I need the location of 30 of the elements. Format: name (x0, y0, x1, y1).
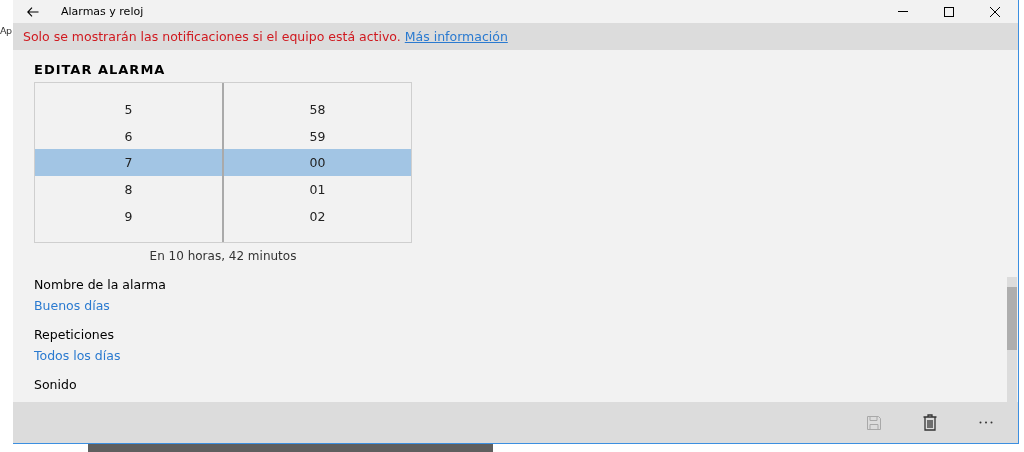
picker-item[interactable]: 58 (224, 96, 411, 123)
countdown-text: En 10 horas, 42 minutos (148, 249, 298, 263)
scrollbar-thumb[interactable] (1007, 287, 1017, 350)
picker-item[interactable]: 02 (224, 202, 411, 230)
maximize-icon (944, 6, 954, 17)
field-label: Nombre de la alarma (34, 277, 167, 292)
field-label: Repeticiones (34, 327, 115, 342)
back-arrow-icon (27, 6, 39, 17)
field-value-link[interactable]: Todos los días (34, 348, 1018, 363)
picker-item[interactable]: 8 (35, 176, 222, 203)
background-app-label: Ap (0, 25, 12, 36)
picker-item[interactable]: 00 (224, 149, 411, 177)
close-icon (990, 6, 1000, 17)
field-label: Sonido (34, 377, 78, 392)
picker-item[interactable]: 01 (224, 176, 411, 203)
window-title: Alarmas y reloj (61, 5, 145, 18)
picker-item[interactable]: 59 (224, 122, 411, 150)
banner-message: Solo se mostrarán las notificaciones si el equipo está activo. (23, 29, 401, 44)
picker-item[interactable]: 5 (35, 96, 222, 123)
scrollbar[interactable] (1007, 277, 1017, 402)
picker-item[interactable]: 9 (35, 202, 222, 230)
section-heading: EDITAR ALARMA (34, 62, 167, 77)
minimize-icon (898, 11, 908, 12)
field-value-link[interactable]: Buenos días (34, 298, 1018, 313)
picker-item[interactable]: 6 (35, 122, 222, 150)
time-picker[interactable]: 5 6 7 8 9 58 59 00 01 02 (34, 82, 412, 243)
save-icon (866, 414, 882, 431)
trash-icon (923, 414, 937, 431)
picker-item[interactable]: 7 (35, 149, 222, 177)
more-icon (979, 421, 993, 424)
